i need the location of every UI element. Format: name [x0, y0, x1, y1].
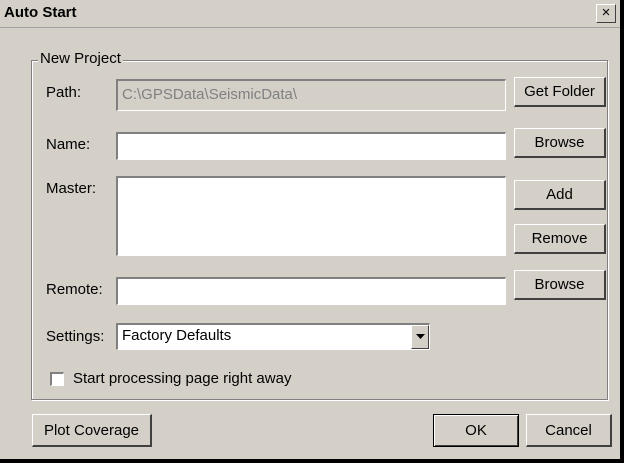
ok-button[interactable]: OK — [433, 414, 519, 447]
master-label: Master: — [46, 180, 97, 197]
get-folder-button[interactable]: Get Folder — [514, 77, 606, 107]
name-label: Name: — [46, 136, 91, 153]
title-bar: Auto Start × — [0, 0, 620, 28]
close-button[interactable]: × — [596, 4, 616, 23]
master-add-button[interactable]: Add — [514, 180, 606, 210]
name-browse-button[interactable]: Browse — [514, 128, 606, 158]
dialog-title: Auto Start — [4, 4, 77, 21]
plot-coverage-button[interactable]: Plot Coverage — [32, 414, 152, 447]
settings-select[interactable]: Factory Defaults — [116, 323, 430, 350]
remote-browse-button[interactable]: Browse — [514, 270, 606, 300]
remote-label: Remote: — [46, 281, 103, 298]
cancel-button[interactable]: Cancel — [526, 414, 612, 447]
remote-input[interactable] — [116, 277, 506, 305]
master-list[interactable] — [116, 176, 506, 256]
settings-label: Settings: — [46, 328, 105, 345]
new-project-legend: New Project — [38, 50, 123, 67]
auto-start-dialog: Auto Start × New Project Path: C:\GPSDat… — [0, 0, 624, 463]
start-processing-label: Start processing page right away — [73, 370, 292, 387]
path-label: Path: — [46, 84, 82, 101]
chevron-down-icon[interactable] — [411, 325, 429, 349]
path-field: C:\GPSData\SeismicData\ — [116, 79, 506, 111]
name-input[interactable] — [116, 132, 506, 160]
master-remove-button[interactable]: Remove — [514, 224, 606, 254]
close-icon: × — [601, 4, 611, 21]
settings-selected-value: Factory Defaults — [122, 327, 232, 344]
start-processing-checkbox[interactable] — [50, 372, 64, 386]
